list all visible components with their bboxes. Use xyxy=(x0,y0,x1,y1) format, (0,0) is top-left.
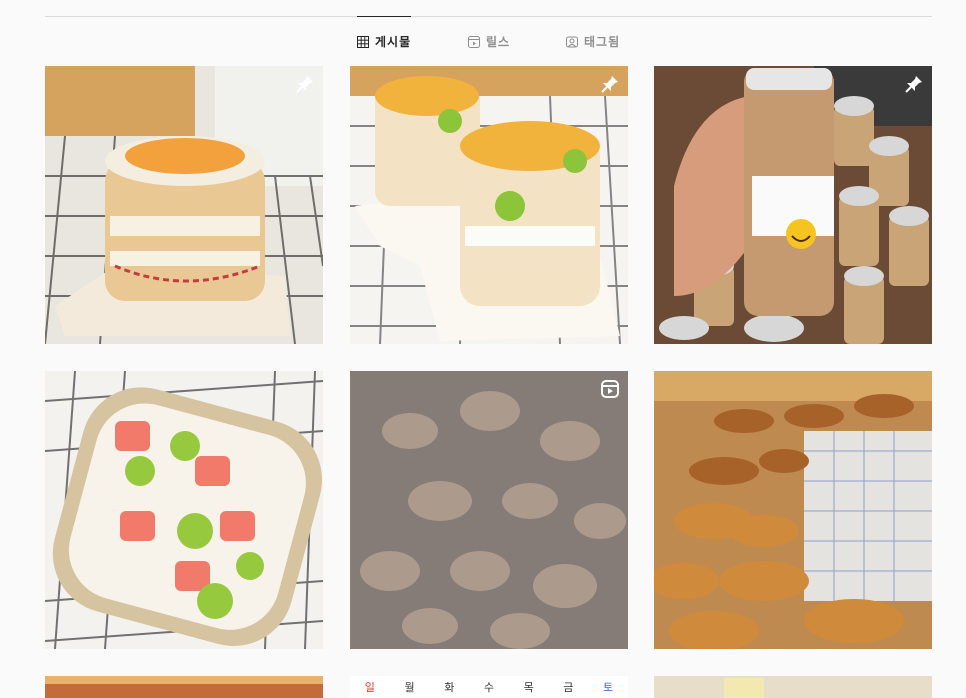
profile-tabs: 게시물 릴스 태그됨 xyxy=(0,33,966,51)
tagged-icon xyxy=(566,36,578,48)
post-tile-reel-broth[interactable] xyxy=(350,371,628,649)
fruit-cakes-image xyxy=(350,66,628,344)
bean-broth-image xyxy=(350,371,628,649)
grid-icon xyxy=(357,35,369,48)
post-tile-fruit-platter[interactable] xyxy=(45,371,323,649)
calendar-day-sun: 일 xyxy=(364,681,375,694)
tab-reels[interactable]: 릴스 xyxy=(468,33,510,50)
post-image xyxy=(654,676,932,698)
peach-cake-image xyxy=(45,66,323,344)
post-tile-calendar[interactable]: 일 월 화 수 목 금 토 xyxy=(350,676,628,698)
post-tile-peach-cake[interactable] xyxy=(45,66,323,344)
tab-reels-label: 릴스 xyxy=(486,35,511,49)
tab-posts-label: 게시물 xyxy=(375,35,412,49)
calendar-day-mon: 월 xyxy=(404,681,415,694)
calendar-day-wed: 수 xyxy=(483,681,495,694)
post-tile-fruit-cakes[interactable] xyxy=(350,66,628,344)
calendar-day-sat: 토 xyxy=(603,681,614,694)
reels-icon xyxy=(601,380,619,398)
post-image xyxy=(45,676,323,698)
pin-icon xyxy=(296,76,313,93)
profile-divider xyxy=(45,16,932,17)
post-tile-row3-right[interactable] xyxy=(654,676,932,698)
tab-posts[interactable]: 게시물 xyxy=(357,33,411,50)
pin-icon xyxy=(905,76,922,93)
post-tile-milk-tea[interactable] xyxy=(654,66,932,344)
pin-icon xyxy=(601,76,618,93)
fruit-platter-image xyxy=(45,371,323,649)
tab-tagged-label: 태그됨 xyxy=(584,35,621,49)
post-tile-bakery[interactable] xyxy=(654,371,932,649)
active-tab-indicator xyxy=(357,16,411,17)
tab-tagged[interactable]: 태그됨 xyxy=(566,33,620,50)
calendar-day-tue: 화 xyxy=(444,681,455,694)
bakery-display-image xyxy=(654,371,932,649)
calendar-day-thu: 목 xyxy=(523,681,534,694)
milk-tea-bottle-image xyxy=(654,66,932,344)
post-tile-row3-left[interactable] xyxy=(45,676,323,698)
calendar-day-fri: 금 xyxy=(563,681,574,694)
reels-icon xyxy=(468,35,480,48)
